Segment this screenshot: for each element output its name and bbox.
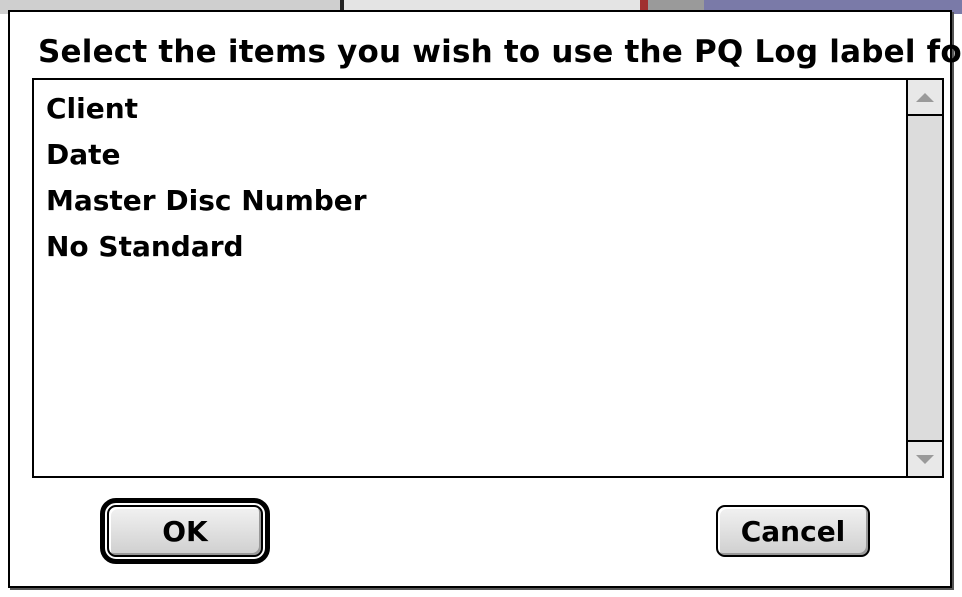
vertical-scrollbar[interactable] — [906, 80, 942, 476]
list-item-date[interactable]: Date — [46, 132, 902, 178]
scroll-track[interactable] — [908, 116, 942, 440]
pq-log-label-dialog: Select the items you wish to use the PQ … — [8, 10, 962, 588]
items-listbox[interactable]: Client Date Master Disc Number No Standa… — [32, 78, 944, 478]
arrow-up-icon — [916, 92, 934, 102]
list-item-client[interactable]: Client — [46, 86, 902, 132]
list-items: Client Date Master Disc Number No Standa… — [46, 86, 902, 270]
list-item-master-disc-number[interactable]: Master Disc Number — [46, 178, 902, 224]
cancel-button[interactable]: Cancel — [716, 505, 870, 557]
scroll-down-button[interactable] — [908, 440, 942, 476]
ok-button[interactable]: OK — [107, 505, 263, 557]
arrow-down-icon — [916, 454, 934, 464]
dialog-prompt: Select the items you wish to use the PQ … — [38, 34, 962, 70]
list-item-no-standard[interactable]: No Standard — [46, 224, 902, 270]
scroll-up-button[interactable] — [908, 80, 942, 116]
